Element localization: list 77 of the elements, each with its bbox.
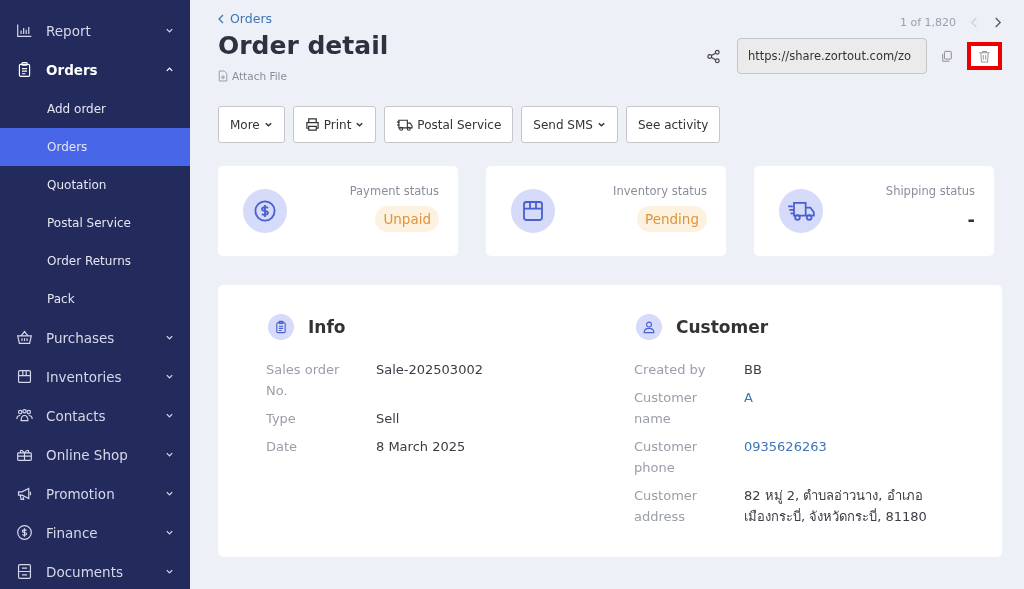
- sidebar-item[interactable]: Report: [0, 11, 190, 50]
- delete-button[interactable]: [967, 42, 1002, 70]
- clipboard-icon: [268, 314, 294, 340]
- toolbar-button[interactable]: See activity: [625, 106, 721, 143]
- share-icon[interactable]: [706, 48, 721, 64]
- sidebar-subitem[interactable]: Add order: [0, 90, 190, 128]
- chevron-icon: [165, 528, 174, 537]
- sidebar-item[interactable]: Orders: [0, 50, 190, 89]
- coin-icon: [16, 524, 33, 541]
- status-label: Inventory status: [613, 184, 707, 198]
- copy-icon[interactable]: [941, 49, 953, 63]
- section-title: Customer: [676, 317, 769, 337]
- sidebar-subitem[interactable]: Orders: [0, 128, 190, 166]
- sidebar-subitem[interactable]: Order Returns: [0, 242, 190, 280]
- truck-icon: [779, 189, 823, 233]
- field-value: 8 March 2025: [376, 438, 467, 456]
- megaphone-icon: [16, 485, 33, 502]
- chart-icon: [16, 22, 33, 39]
- chevron-icon: [165, 26, 174, 35]
- clipboard-icon: [16, 61, 33, 78]
- back-icon[interactable]: [218, 13, 224, 24]
- status-label: Shipping status: [885, 184, 975, 198]
- printer-icon: [304, 117, 320, 132]
- chevron-icon: [165, 333, 174, 342]
- person-icon: [636, 314, 662, 340]
- field-label: Customer phone: [634, 438, 699, 477]
- chevron-icon: [165, 450, 174, 459]
- sidebar-subitem[interactable]: Postal Service: [0, 204, 190, 242]
- field-label: Type: [266, 410, 297, 428]
- basket-icon: [16, 329, 33, 346]
- status-badge: Pending: [637, 206, 707, 232]
- sidebar-item[interactable]: Contacts: [0, 396, 190, 435]
- page-title: Order detail: [218, 31, 389, 60]
- field-value: Sell: [376, 410, 401, 428]
- sidebar-item[interactable]: Purchases: [0, 318, 190, 357]
- field-value: Sale-202503002: [376, 361, 484, 379]
- chevron-icon: [165, 489, 174, 498]
- section-title: Info: [308, 317, 346, 337]
- toolbar-button[interactable]: Send SMS: [521, 106, 618, 143]
- breadcrumb-link[interactable]: Orders: [230, 11, 273, 26]
- field-label: Customer address: [634, 487, 699, 526]
- field-link[interactable]: 0935626263: [744, 436, 944, 478]
- field-label: Sales order No.: [266, 361, 341, 400]
- status-label: Payment status: [349, 184, 439, 198]
- doc-icon: [16, 563, 33, 580]
- chevron-icon: [165, 372, 174, 381]
- field-value: 82 หมู่ 2, ตำบลอ่าวนาง, อำเภอเมืองกระบี่, จังหวัดกระบี่, 81180: [744, 487, 928, 526]
- sidebar-item[interactable]: Promotion: [0, 474, 190, 513]
- sidebar-item[interactable]: Finance: [0, 513, 190, 552]
- field-label: Date: [266, 438, 299, 456]
- sidebar-subitem[interactable]: Quotation: [0, 166, 190, 204]
- toolbar-button[interactable]: Print: [292, 106, 377, 143]
- field-value: BB: [744, 361, 763, 379]
- people-icon: [16, 407, 33, 424]
- chevron-icon: [165, 567, 174, 576]
- status-badge: Unpaid: [375, 206, 439, 232]
- sidebar-item[interactable]: Documents: [0, 552, 190, 589]
- next-icon[interactable]: [993, 16, 1002, 29]
- truck-icon: [396, 117, 414, 132]
- sidebar-item[interactable]: Inventories: [0, 357, 190, 396]
- pager-text: 1 of 1,820: [899, 16, 956, 29]
- sidebar-item[interactable]: Online Shop: [0, 435, 190, 474]
- chevron-icon: [165, 411, 174, 420]
- trash-icon: [978, 49, 991, 63]
- sidebar-subitem[interactable]: Pack: [0, 280, 190, 318]
- field-link[interactable]: A: [744, 387, 944, 429]
- field-label: Customer name: [634, 389, 699, 428]
- status-value: -: [967, 208, 975, 230]
- toolbar-button[interactable]: Postal Service: [384, 106, 514, 143]
- file-icon: [218, 70, 228, 82]
- box-icon: [511, 189, 555, 233]
- box-icon: [16, 368, 33, 385]
- field-label: Created by: [634, 361, 707, 379]
- toolbar-button[interactable]: More: [218, 106, 285, 143]
- chevron-icon: [165, 65, 174, 74]
- share-url-field[interactable]: https://share.zortout.com/zo: [737, 38, 927, 74]
- coin-icon: [243, 189, 287, 233]
